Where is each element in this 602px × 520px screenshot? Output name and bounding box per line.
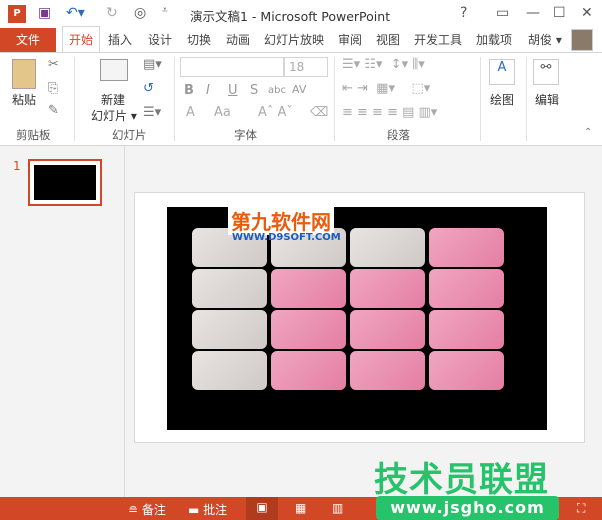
collapse-ribbon-icon[interactable]: ⌃ xyxy=(584,127,592,138)
picture-tile xyxy=(271,310,346,349)
present-icon[interactable]: ◎ xyxy=(134,5,146,21)
comments-button[interactable]: ▬ 批注 xyxy=(188,501,227,518)
underline-button[interactable]: U xyxy=(228,83,238,98)
tab-developer[interactable]: 开发工具 xyxy=(414,31,462,48)
tab-slideshow[interactable]: 幻灯片放映 xyxy=(264,31,324,48)
watermark-logo: 第九软件网 xyxy=(228,206,334,235)
picture-tile xyxy=(271,269,346,308)
title-bar: P ▣ ↶▾ ↻ ◎ ⩡ 演示文稿1 - Microsoft PowerPoin… xyxy=(0,0,602,28)
picture-tile xyxy=(192,351,267,390)
drawing-button[interactable]: 绘图 xyxy=(490,91,514,108)
minimize-button[interactable]: — xyxy=(526,5,540,21)
window-title: 演示文稿1 - Microsoft PowerPoint xyxy=(190,9,391,24)
picture-tile xyxy=(350,269,425,308)
tab-home[interactable]: 开始 xyxy=(62,26,100,52)
tab-addins[interactable]: 加载项 xyxy=(476,31,512,48)
ribbon: 粘贴 ✂ ⎘ ✎ 剪贴板 新建 幻灯片 ▾ ▤▾ ↺ ☰▾ 幻灯片 18 B I… xyxy=(0,52,602,146)
indent-icon[interactable]: ⇤ ⇥ ▦▾ ⬚▾ xyxy=(342,81,430,96)
picture-tile xyxy=(429,351,504,390)
copy-icon[interactable]: ⎘ xyxy=(48,81,58,96)
shadow-button[interactable]: S xyxy=(250,83,258,98)
picture-tile xyxy=(350,228,425,267)
drawing-icon[interactable]: A xyxy=(489,59,515,85)
avatar[interactable] xyxy=(571,29,593,51)
tab-design[interactable]: 设计 xyxy=(148,31,172,48)
group-label-slides: 幻灯片 xyxy=(112,128,147,142)
tab-file[interactable]: 文件 xyxy=(0,28,56,52)
grow-font-icon[interactable]: Aˆ Aˇ xyxy=(258,105,293,120)
change-case-button[interactable]: Aa xyxy=(214,105,231,120)
reading-view-button[interactable]: ▥ xyxy=(332,501,343,515)
picture-tile xyxy=(192,269,267,308)
font-size-input[interactable]: 18 xyxy=(284,57,328,77)
new-slide-dropdown[interactable]: 幻灯片 ▾ xyxy=(91,107,137,124)
clear-format-icon[interactable]: ⌫ xyxy=(310,105,328,120)
undo-icon[interactable]: ↶▾ xyxy=(66,5,85,21)
layout-icon[interactable]: ▤▾ xyxy=(143,57,162,72)
group-label-font: 字体 xyxy=(234,128,257,142)
picture-tile xyxy=(350,310,425,349)
group-label-paragraph: 段落 xyxy=(387,128,410,142)
format-painter-icon[interactable]: ✎ xyxy=(48,103,59,118)
editing-button[interactable]: 编辑 xyxy=(535,91,559,108)
find-icon[interactable]: ⚯ xyxy=(533,59,559,85)
italic-button[interactable]: I xyxy=(206,83,210,98)
slide-sorter-button[interactable]: ▦ xyxy=(295,501,306,515)
brand-url: www.jsgho.com xyxy=(376,496,559,520)
picture-tile xyxy=(350,351,425,390)
tab-review[interactable]: 审阅 xyxy=(338,31,362,48)
paste-button[interactable]: 粘贴 xyxy=(12,91,36,108)
cut-icon[interactable]: ✂ xyxy=(48,57,59,72)
maximize-button[interactable]: ☐ xyxy=(553,5,566,21)
align-icon[interactable]: ≡ ≡ ≡ ≡ ▤ ▥▾ xyxy=(342,105,437,120)
bullets-icon[interactable]: ☰▾ ☷▾ ↕▾ ⫼▾ xyxy=(342,57,425,72)
normal-view-button[interactable]: ▣ xyxy=(246,497,278,520)
save-icon[interactable]: ▣ xyxy=(38,5,51,21)
ribbon-options-button[interactable]: ▭ xyxy=(496,5,509,21)
powerpoint-logo-icon: P xyxy=(8,5,26,23)
tab-transitions[interactable]: 切换 xyxy=(187,31,211,48)
reset-icon[interactable]: ↺ xyxy=(143,81,154,96)
close-button[interactable]: ✕ xyxy=(581,5,593,21)
group-label-clipboard: 剪贴板 xyxy=(16,128,51,142)
tab-insert[interactable]: 插入 xyxy=(108,31,132,48)
char-spacing-button[interactable]: AV xyxy=(292,83,306,96)
picture-tile xyxy=(271,351,346,390)
brand-watermark: 技术员联盟 xyxy=(374,460,549,500)
picture-tile xyxy=(429,228,504,267)
bold-button[interactable]: B xyxy=(184,83,194,98)
font-name-input[interactable] xyxy=(180,57,284,77)
fit-window-button[interactable]: ⛶ xyxy=(577,501,585,516)
strikethrough-button[interactable]: abc xyxy=(268,85,286,96)
slide-thumbnail[interactable] xyxy=(28,159,102,206)
help-button[interactable]: ? xyxy=(460,5,467,21)
picture-tile xyxy=(192,310,267,349)
paste-icon[interactable] xyxy=(12,59,36,89)
customize-qat-icon[interactable]: ⩡ xyxy=(162,5,168,16)
font-color-button[interactable]: A xyxy=(186,105,195,120)
new-slide-button[interactable]: 新建 xyxy=(101,91,125,108)
redo-icon[interactable]: ↻ xyxy=(106,5,118,21)
user-account[interactable]: 胡俊 ▾ xyxy=(528,31,562,48)
tab-animations[interactable]: 动画 xyxy=(226,31,250,48)
picture-tile xyxy=(429,310,504,349)
watermark-url: WWW.D9SOFT.COM xyxy=(232,232,341,243)
picture-tile xyxy=(429,269,504,308)
slide-number: 1 xyxy=(13,159,21,173)
tab-view[interactable]: 视图 xyxy=(376,31,400,48)
slide-picture[interactable] xyxy=(167,207,547,430)
notes-button[interactable]: ≘ 备注 xyxy=(128,501,166,518)
new-slide-icon[interactable] xyxy=(100,59,128,81)
section-icon[interactable]: ☰▾ xyxy=(143,105,161,120)
